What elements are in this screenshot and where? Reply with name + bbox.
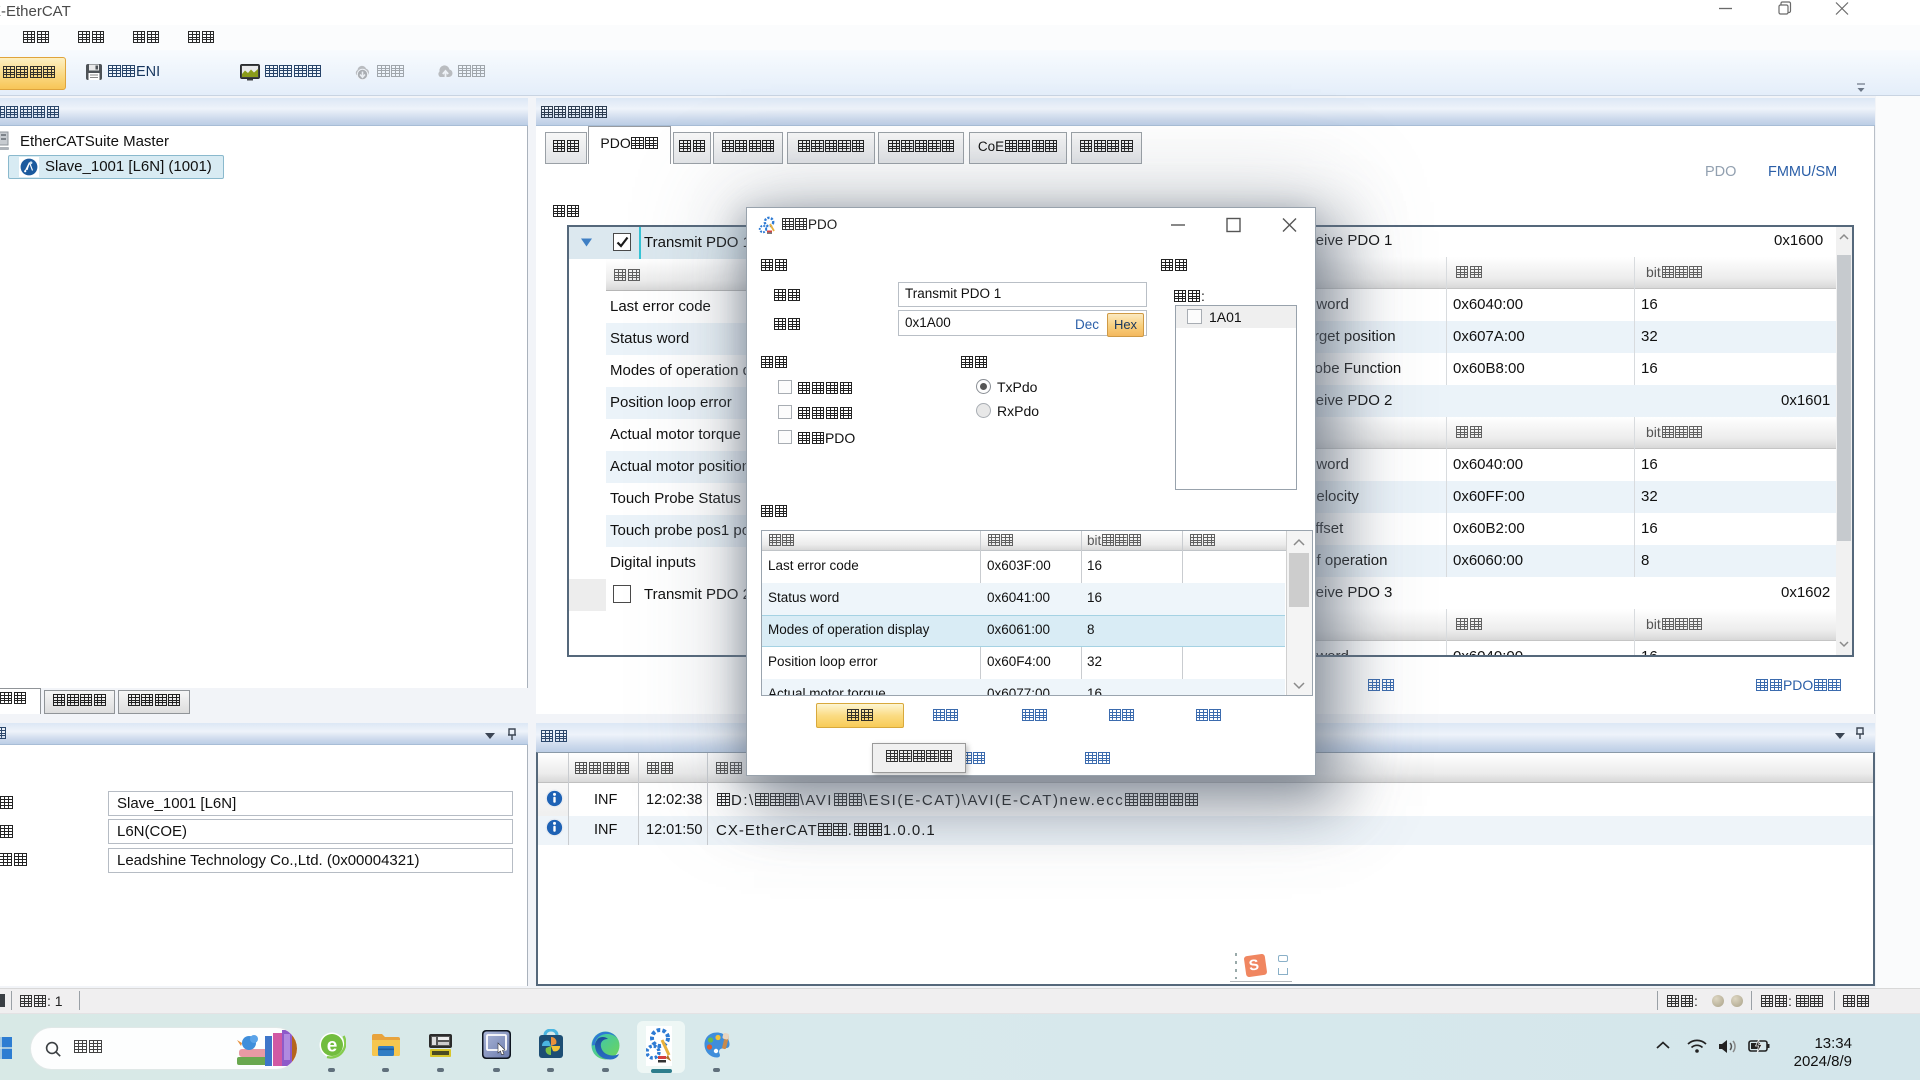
svg-text:e: e [327,1036,338,1057]
